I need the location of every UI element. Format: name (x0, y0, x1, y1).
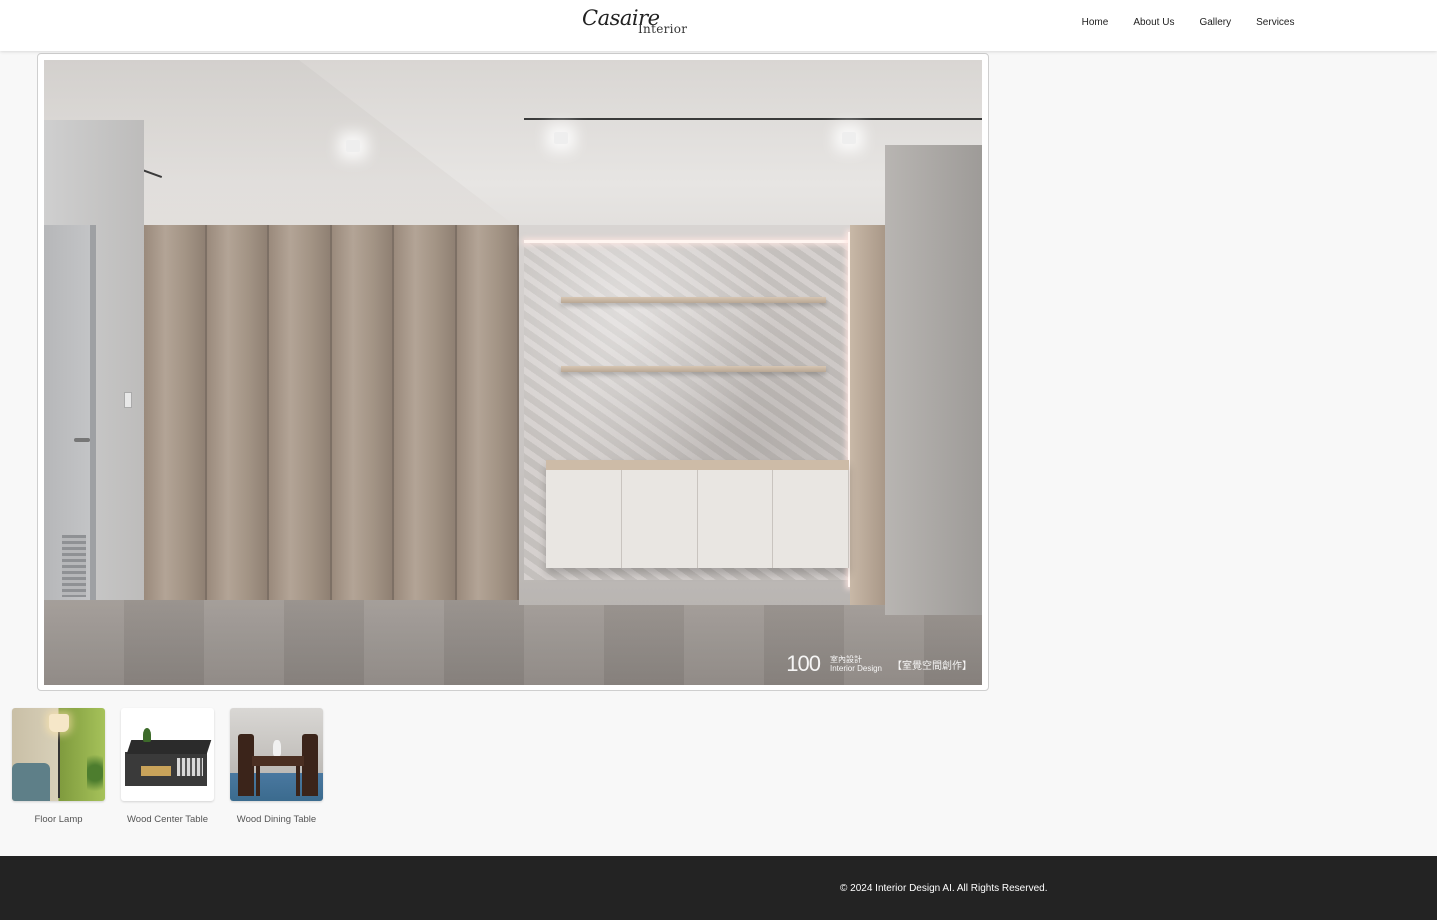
wardrobe-panel (206, 225, 269, 600)
cabinet-door (622, 470, 698, 568)
scene-niche-frame (850, 225, 885, 605)
wood-dining-table-image[interactable] (230, 708, 323, 801)
scene-led-strip (524, 240, 849, 243)
scene-floating-shelf (561, 366, 826, 372)
watermark-brand-cn: 室內設計 (829, 655, 862, 664)
product-card-wood-dining-table[interactable]: Wood Dining Table (230, 708, 323, 825)
wood-center-table-image[interactable] (121, 708, 214, 801)
wardrobe-panel (394, 225, 457, 600)
nav-gallery[interactable]: Gallery (1187, 16, 1244, 30)
watermark-brand-en: Interior Design (829, 664, 882, 673)
dining-table-leg (256, 766, 260, 796)
scene-door-vent (62, 535, 86, 597)
dining-chair (302, 734, 318, 796)
table-plant (143, 728, 151, 742)
nav-home[interactable]: Home (1069, 16, 1121, 30)
scene-spotlight (346, 140, 360, 152)
copyright-text: © 2024 Interior Design AI. All Rights Re… (840, 883, 1048, 894)
watermark-number: 100 (786, 651, 821, 676)
logo-sub-text: Interior (638, 22, 688, 36)
lamp-pole (58, 730, 60, 798)
cabinet-door (546, 470, 622, 568)
scene-floating-shelf (561, 297, 826, 303)
table-books (177, 758, 203, 776)
hero-image[interactable]: 100 室內設計 Interior Design 【室覺空間創作】 (44, 60, 982, 685)
product-label: Wood Center Table (127, 814, 208, 825)
dining-vase (273, 740, 281, 756)
scene-spotlight (554, 132, 568, 144)
scene-right-wall (885, 145, 982, 615)
wardrobe-panel (331, 225, 394, 600)
watermark-studio: 【室覺空間創作】 (892, 660, 972, 672)
hero-image-card: 100 室內設計 Interior Design 【室覺空間創作】 (37, 53, 989, 691)
nav-services[interactable]: Services (1244, 16, 1307, 30)
site-logo[interactable]: Casaire Interior (580, 4, 690, 44)
lamp-scene-plant (87, 748, 103, 798)
site-header: Casaire Interior Home About Us Gallery S… (0, 0, 1437, 51)
scene-low-cabinet (546, 460, 849, 568)
table-top (126, 740, 212, 754)
product-label: Floor Lamp (34, 814, 83, 825)
table-tray (141, 766, 171, 776)
nav-about-us[interactable]: About Us (1121, 16, 1187, 30)
main-nav: Home About Us Gallery Services (1069, 16, 1307, 30)
photo-watermark: 100 室內設計 Interior Design 【室覺空間創作】 (786, 651, 972, 677)
dining-table-leg (296, 766, 300, 796)
cabinet-door (698, 470, 774, 568)
watermark-brand: 室內設計 Interior Design (830, 655, 882, 673)
cabinet-door (773, 470, 849, 568)
wardrobe-panel (456, 225, 519, 600)
floor-lamp-image[interactable] (12, 708, 105, 801)
scene-light-track (524, 118, 982, 120)
product-card-floor-lamp[interactable]: Floor Lamp (12, 708, 105, 825)
lamp-shade (49, 714, 69, 732)
product-label: Wood Dining Table (236, 814, 317, 825)
product-card-wood-center-table[interactable]: Wood Center Table (121, 708, 214, 825)
scene-spotlight (842, 132, 856, 144)
wardrobe-panel (144, 225, 207, 600)
site-footer: © 2024 Interior Design AI. All Rights Re… (0, 856, 1437, 920)
scene-door-handle (74, 438, 90, 442)
dining-table-top (252, 756, 304, 766)
lamp-scene-sofa (12, 763, 50, 801)
scene-wardrobe (144, 225, 519, 600)
product-thumbnails: Floor Lamp Wood Center Table Wood Dining… (12, 708, 323, 825)
scene-light-switch (124, 392, 132, 408)
wardrobe-panel (269, 225, 332, 600)
